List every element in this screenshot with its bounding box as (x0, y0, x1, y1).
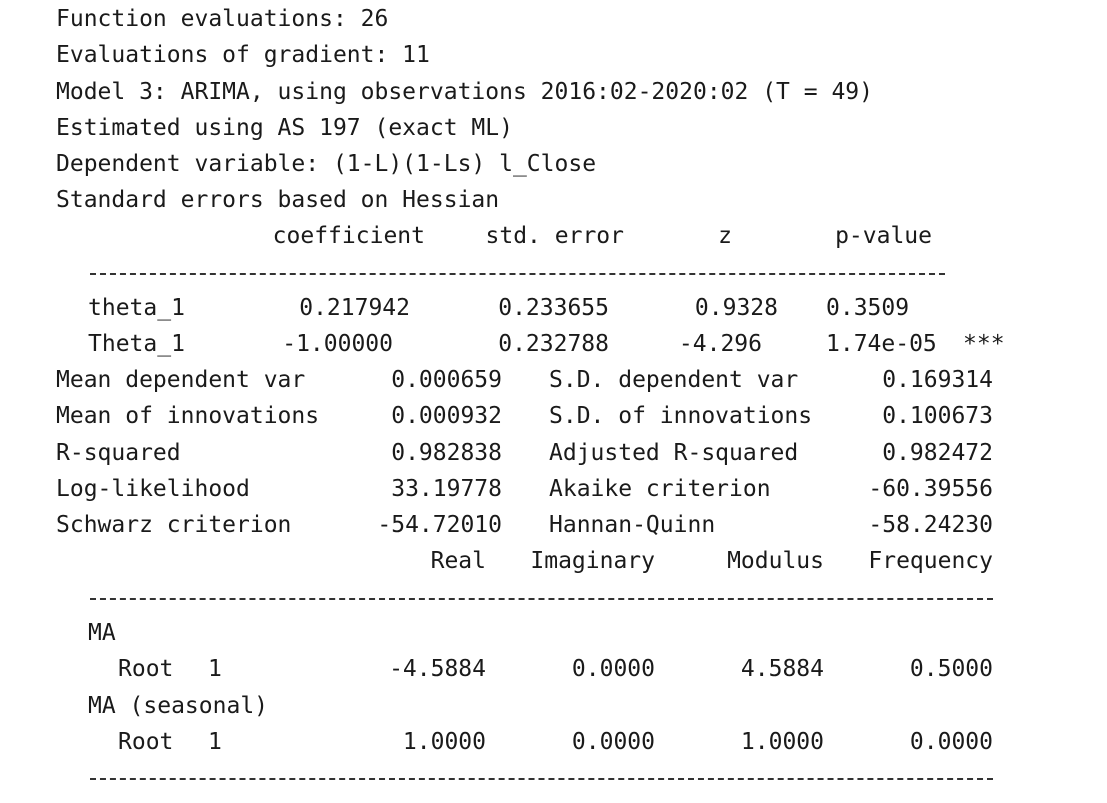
roots-header-imaginary: Imaginary (530, 548, 655, 574)
coef-value: 0.217942 (299, 295, 410, 321)
roots-header-real: Real (430, 548, 486, 574)
root-imaginary: 0.0000 (571, 656, 655, 682)
model-title-line: Model 3: ARIMA, using observations 2016:… (56, 79, 873, 105)
dependent-variable-line: Dependent variable: (1-L)(1-Ls) l_Close (56, 151, 597, 177)
coef-std-error: 0.233655 (498, 295, 609, 321)
stat-label: Adjusted R-squared (549, 440, 799, 466)
root-frequency: 0.0000 (909, 729, 993, 755)
coef-name: theta_1 (88, 295, 185, 321)
stat-value: 0.982472 (882, 440, 993, 466)
root-frequency: 0.5000 (909, 656, 993, 682)
stat-value: 0.982838 (391, 440, 502, 466)
stat-label: S.D. of innovations (549, 403, 813, 429)
stat-label: Mean of innovations (56, 403, 320, 429)
coef-header-z: z (718, 223, 732, 249)
standard-errors-line: Standard errors based on Hessian (56, 187, 500, 213)
coef-name: Theta_1 (88, 331, 185, 357)
root-label: Root (118, 729, 174, 755)
coef-z: -4.296 (678, 331, 762, 357)
root-real: 1.0000 (402, 729, 486, 755)
root-number: 1 (208, 656, 222, 682)
root-number: 1 (208, 729, 222, 755)
significance-stars: *** (963, 331, 1005, 357)
stat-value: 0.000659 (391, 367, 502, 393)
coef-p-value: 1.74e-05 (826, 331, 937, 357)
coef-p-value: 0.3509 (826, 295, 910, 321)
coef-table-rule (90, 273, 945, 275)
stat-label: Hannan-Quinn (549, 512, 716, 538)
stat-label: Akaike criterion (549, 476, 771, 502)
stat-label: Log-likelihood (56, 476, 250, 502)
root-modulus: 4.5884 (740, 656, 824, 682)
stat-value: 0.169314 (882, 367, 993, 393)
coef-std-error: 0.232788 (498, 331, 609, 357)
roots-header-frequency: Frequency (868, 548, 993, 574)
root-real: -4.5884 (389, 656, 486, 682)
coef-header-coefficient: coefficient (272, 223, 425, 249)
estimation-method-line: Estimated using AS 197 (exact ML) (56, 115, 513, 141)
coef-header-p-value: p-value (835, 223, 932, 249)
root-modulus: 1.0000 (740, 729, 824, 755)
roots-header-modulus: Modulus (727, 548, 824, 574)
roots-table-rule-bottom (90, 778, 993, 780)
stat-label: S.D. dependent var (549, 367, 799, 393)
root-imaginary: 0.0000 (571, 729, 655, 755)
roots-table-rule-top (90, 598, 993, 600)
gretl-output: Function evaluations: 26 Evaluations of … (0, 0, 1107, 803)
stat-value: -54.72010 (377, 512, 502, 538)
stat-value: 0.000932 (391, 403, 502, 429)
roots-section-ma: MA (88, 620, 116, 646)
function-evaluations-line: Function evaluations: 26 (56, 6, 389, 32)
stat-label: Schwarz criterion (56, 512, 292, 538)
roots-section-ma-seasonal: MA (seasonal) (88, 693, 269, 719)
gradient-evaluations-line: Evaluations of gradient: 11 (56, 42, 430, 68)
coef-z: 0.9328 (694, 295, 778, 321)
stat-value: -60.39556 (868, 476, 993, 502)
root-label: Root (118, 656, 174, 682)
stat-label: R-squared (56, 440, 181, 466)
stat-value: -58.24230 (868, 512, 993, 538)
coef-header-std-error: std. error (485, 223, 624, 249)
stat-value: 33.19778 (391, 476, 502, 502)
stat-label: Mean dependent var (56, 367, 306, 393)
stat-value: 0.100673 (882, 403, 993, 429)
coef-value: -1.00000 (282, 331, 393, 357)
